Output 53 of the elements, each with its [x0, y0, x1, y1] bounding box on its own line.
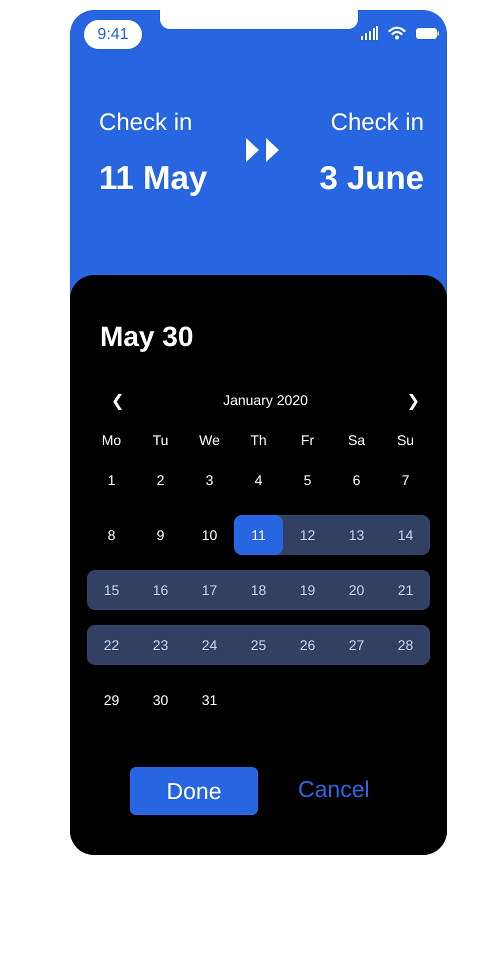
range-day[interactable]: 13: [332, 515, 381, 555]
calendar-day[interactable]: 5: [283, 460, 332, 500]
range-day[interactable]: 17: [185, 570, 234, 610]
range-day[interactable]: 14: [381, 515, 430, 555]
range-day[interactable]: 22: [87, 625, 136, 665]
previous-month-button[interactable]: ❮: [111, 390, 124, 410]
range-day[interactable]: 15: [87, 570, 136, 610]
picker-title: May 30: [99, 320, 194, 354]
range-day[interactable]: 21: [381, 570, 430, 610]
range-day[interactable]: 28: [381, 625, 430, 665]
selected-day[interactable]: 11: [234, 515, 283, 555]
range-day[interactable]: 12: [283, 515, 332, 555]
calendar-day[interactable]: 30: [136, 680, 185, 720]
weekday-label: Su: [396, 431, 416, 450]
weekday-label: Tu: [152, 431, 170, 450]
weekday-label: Fr: [300, 431, 316, 450]
calendar-day[interactable]: 4: [234, 460, 283, 500]
cancel-button[interactable]: Cancel: [298, 776, 370, 802]
check-in-label: Check in: [99, 108, 194, 138]
calendar-day[interactable]: 29: [87, 680, 136, 720]
calendar-day[interactable]: 1: [87, 460, 136, 500]
range-day[interactable]: 24: [185, 625, 234, 665]
range-day[interactable]: 18: [234, 570, 283, 610]
month-label: January 2020: [223, 392, 308, 408]
weekday-label: Sa: [346, 431, 366, 450]
calendar-day[interactable]: 7: [381, 460, 430, 500]
wifi-icon: [388, 26, 406, 40]
range-day[interactable]: 16: [136, 570, 185, 610]
double-arrow-icon: [246, 138, 280, 162]
check-in-label: Check in: [330, 108, 424, 138]
calendar-day[interactable]: 2: [136, 460, 185, 500]
calendar-day[interactable]: 8: [87, 515, 136, 555]
calendar-day[interactable]: 31: [185, 680, 234, 720]
calendar-day[interactable]: 6: [332, 460, 381, 500]
check-in-date: 11 May: [99, 158, 208, 198]
calendar-day[interactable]: 9: [136, 515, 185, 555]
status-time: 9:41: [84, 20, 142, 49]
range-day[interactable]: 27: [332, 625, 381, 665]
next-month-button[interactable]: ❯: [406, 390, 420, 410]
calendar-day[interactable]: 10: [185, 515, 234, 555]
range-day[interactable]: 20: [332, 570, 381, 610]
calendar-day[interactable]: 3: [185, 460, 234, 500]
range-day[interactable]: 25: [234, 625, 283, 665]
weekday-label: Th: [249, 431, 268, 450]
check-in-date: 3 June: [319, 158, 424, 198]
weekday-label: Mo: [100, 431, 122, 450]
range-day[interactable]: 26: [283, 625, 332, 665]
signal-icon: [361, 26, 378, 40]
battery-icon: [416, 28, 439, 38]
done-button[interactable]: Done: [130, 767, 258, 815]
weekday-label: We: [198, 431, 221, 450]
range-day[interactable]: 23: [136, 625, 185, 665]
range-day[interactable]: 19: [283, 570, 332, 610]
